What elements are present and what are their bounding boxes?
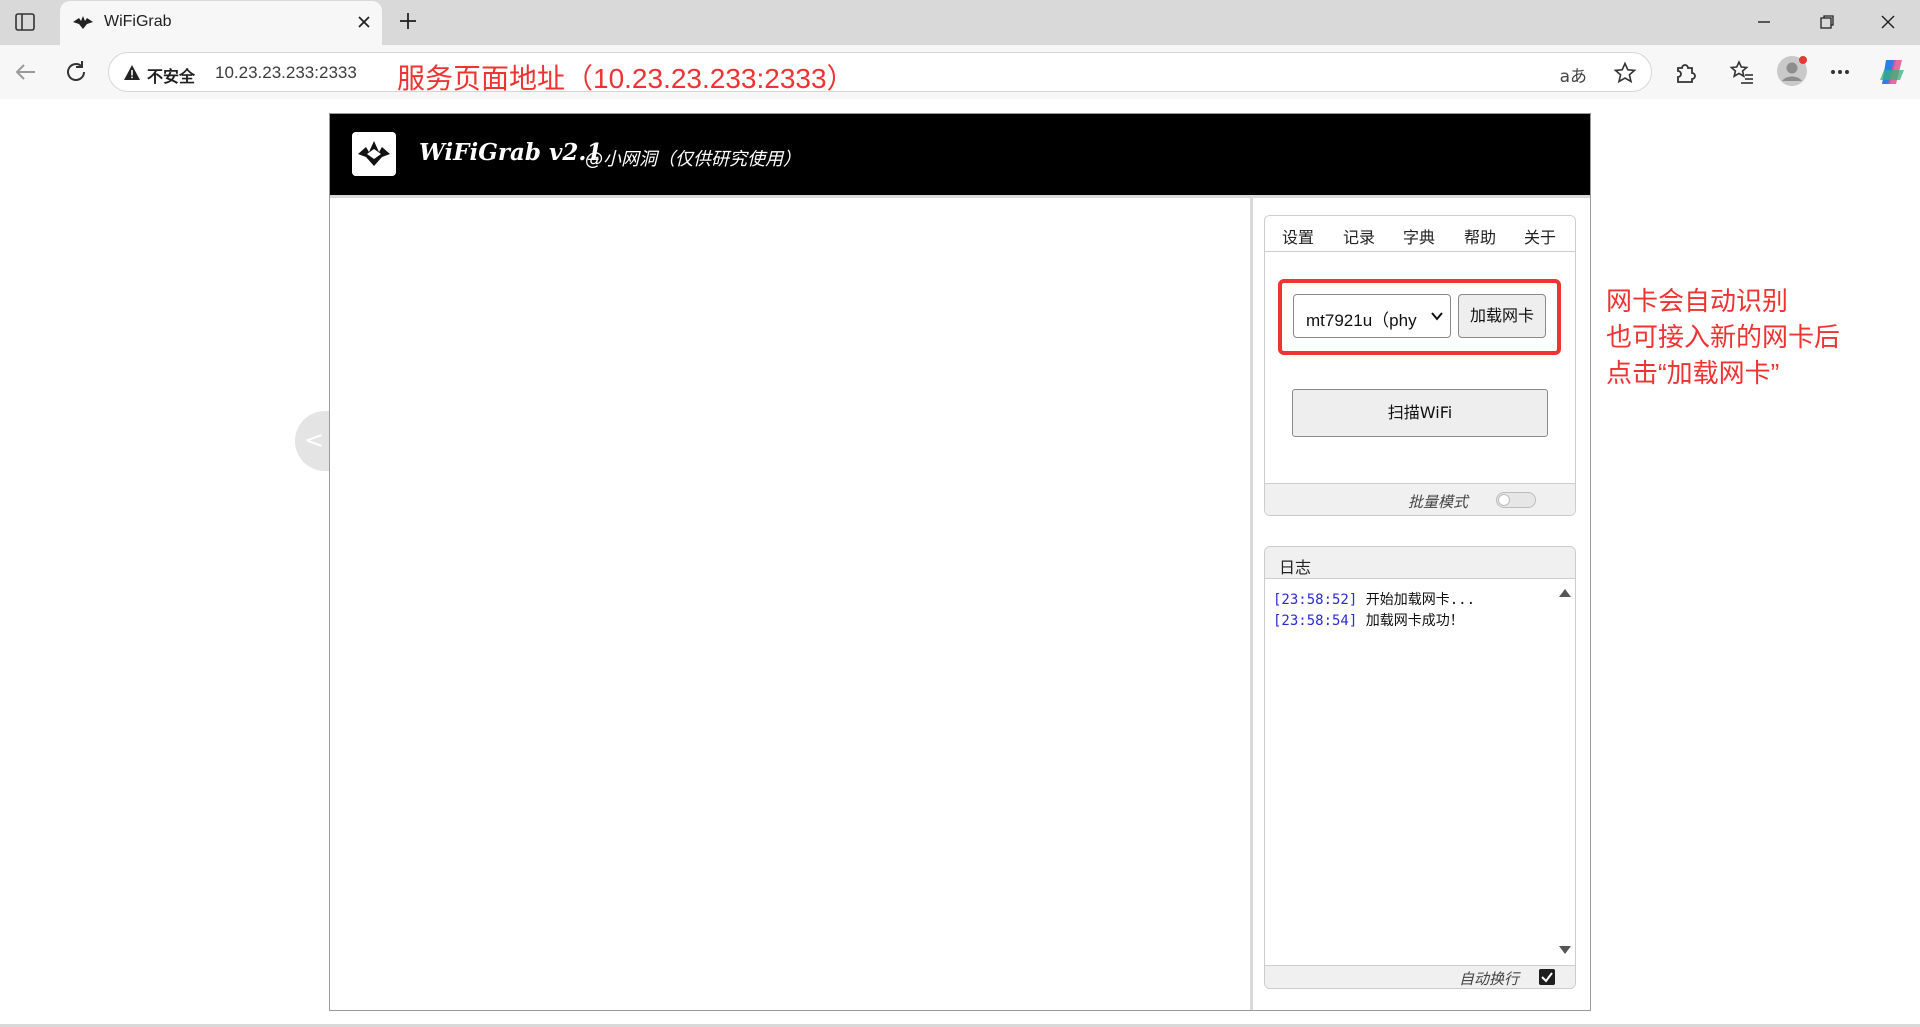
- back-icon[interactable]: [12, 58, 40, 86]
- browser-toolbar: 不安全 10.23.23.233:2333 服务页面地址（10.23.23.23…: [0, 45, 1920, 99]
- star-icon[interactable]: [1613, 61, 1637, 85]
- app-header: WiFiGrab v2.1 @小网洞（仅供研究使用）: [330, 114, 1590, 195]
- log-time: [23:58:54]: [1273, 613, 1358, 629]
- close-icon[interactable]: [353, 11, 375, 33]
- log-body[interactable]: [23:58:52] 开始加载网卡... [23:58:54] 加载网卡成功！: [1265, 579, 1559, 957]
- profile-icon[interactable]: [1776, 55, 1808, 87]
- log-footer: 自动换行: [1265, 965, 1575, 988]
- control-card: 设置 记录 字典 帮助 关于 mt7921u（phy 加载网卡 扫描WiFi 批…: [1264, 215, 1576, 516]
- scroll-up-icon[interactable]: [1558, 588, 1572, 598]
- read-aloud-icon[interactable]: aあ: [1560, 62, 1587, 87]
- batch-mode-toggle[interactable]: [1496, 492, 1536, 508]
- log-title: 日志: [1279, 558, 1312, 577]
- main-panel: [330, 198, 1250, 1010]
- warning-icon: [124, 65, 140, 80]
- nic-annotation: 网卡会自动识别 也可接入新的网卡后 点击“加载网卡”: [1606, 283, 1840, 391]
- scan-wifi-button[interactable]: 扫描WiFi: [1292, 389, 1548, 437]
- more-icon[interactable]: [1826, 58, 1854, 86]
- wifigrab-favicon-icon: [73, 16, 93, 29]
- log-header: 日志: [1265, 547, 1575, 579]
- panel-divider: [1250, 198, 1253, 1010]
- wifigrab-logo-icon: [352, 132, 396, 176]
- close-window-icon[interactable]: [1876, 10, 1900, 34]
- auto-wrap-label: 自动换行: [1459, 970, 1520, 988]
- browser-tab[interactable]: WiFiGrab: [60, 1, 382, 45]
- tab-help[interactable]: 帮助: [1464, 224, 1496, 248]
- app-title: WiFiGrab v2.1: [419, 139, 603, 166]
- toggle-knob: [1498, 494, 1510, 506]
- tab-dictionary[interactable]: 字典: [1403, 224, 1435, 248]
- nic-highlight-box: [1278, 279, 1561, 355]
- extensions-icon[interactable]: [1672, 58, 1700, 86]
- security-label[interactable]: 不安全: [147, 63, 195, 87]
- url-annotation: 服务页面地址（10.23.23.233:2333）: [397, 63, 855, 94]
- sidebar-toggle-icon[interactable]: [14, 11, 36, 33]
- nic-annotation-line: 也可接入新的网卡后: [1606, 322, 1841, 352]
- log-entry: [23:58:52] 开始加载网卡...: [1273, 589, 1475, 609]
- favorites-icon[interactable]: [1728, 58, 1756, 86]
- nic-annotation-line: 网卡会自动识别: [1606, 286, 1789, 316]
- plus-icon[interactable]: [396, 9, 420, 33]
- tab-about[interactable]: 关于: [1524, 224, 1556, 248]
- tab-title: WiFiGrab: [104, 13, 172, 30]
- log-message: 加载网卡成功！: [1365, 613, 1464, 629]
- card-tab-bar: 设置 记录 字典 帮助 关于: [1265, 216, 1575, 252]
- address-bar[interactable]: 不安全 10.23.23.233:2333 服务页面地址（10.23.23.23…: [108, 52, 1652, 94]
- tab-records[interactable]: 记录: [1343, 224, 1375, 248]
- auto-wrap-checkbox[interactable]: [1539, 969, 1555, 985]
- minimize-icon[interactable]: [1752, 10, 1776, 34]
- browser-tab-bar: WiFiGrab: [0, 0, 1920, 45]
- refresh-icon[interactable]: [62, 58, 90, 86]
- log-panel: 日志 [23:58:52] 开始加载网卡... [23:58:54] 加载网卡成…: [1264, 546, 1576, 989]
- restore-icon[interactable]: [1815, 10, 1839, 34]
- log-time: [23:58:52]: [1273, 592, 1358, 608]
- log-message: 开始加载网卡...: [1365, 592, 1476, 608]
- batch-mode-label: 批量模式: [1408, 493, 1469, 511]
- app-subtitle: @小网洞（仅供研究使用）: [585, 149, 801, 170]
- tab-settings[interactable]: 设置: [1282, 224, 1314, 248]
- nic-annotation-line: 点击“加载网卡”: [1606, 358, 1780, 388]
- url-text[interactable]: 10.23.23.233:2333: [215, 63, 357, 83]
- copilot-icon[interactable]: [1876, 56, 1908, 88]
- scroll-down-icon[interactable]: [1558, 945, 1572, 955]
- card-footer: 批量模式: [1265, 483, 1575, 515]
- log-entry: [23:58:54] 加载网卡成功！: [1273, 610, 1464, 630]
